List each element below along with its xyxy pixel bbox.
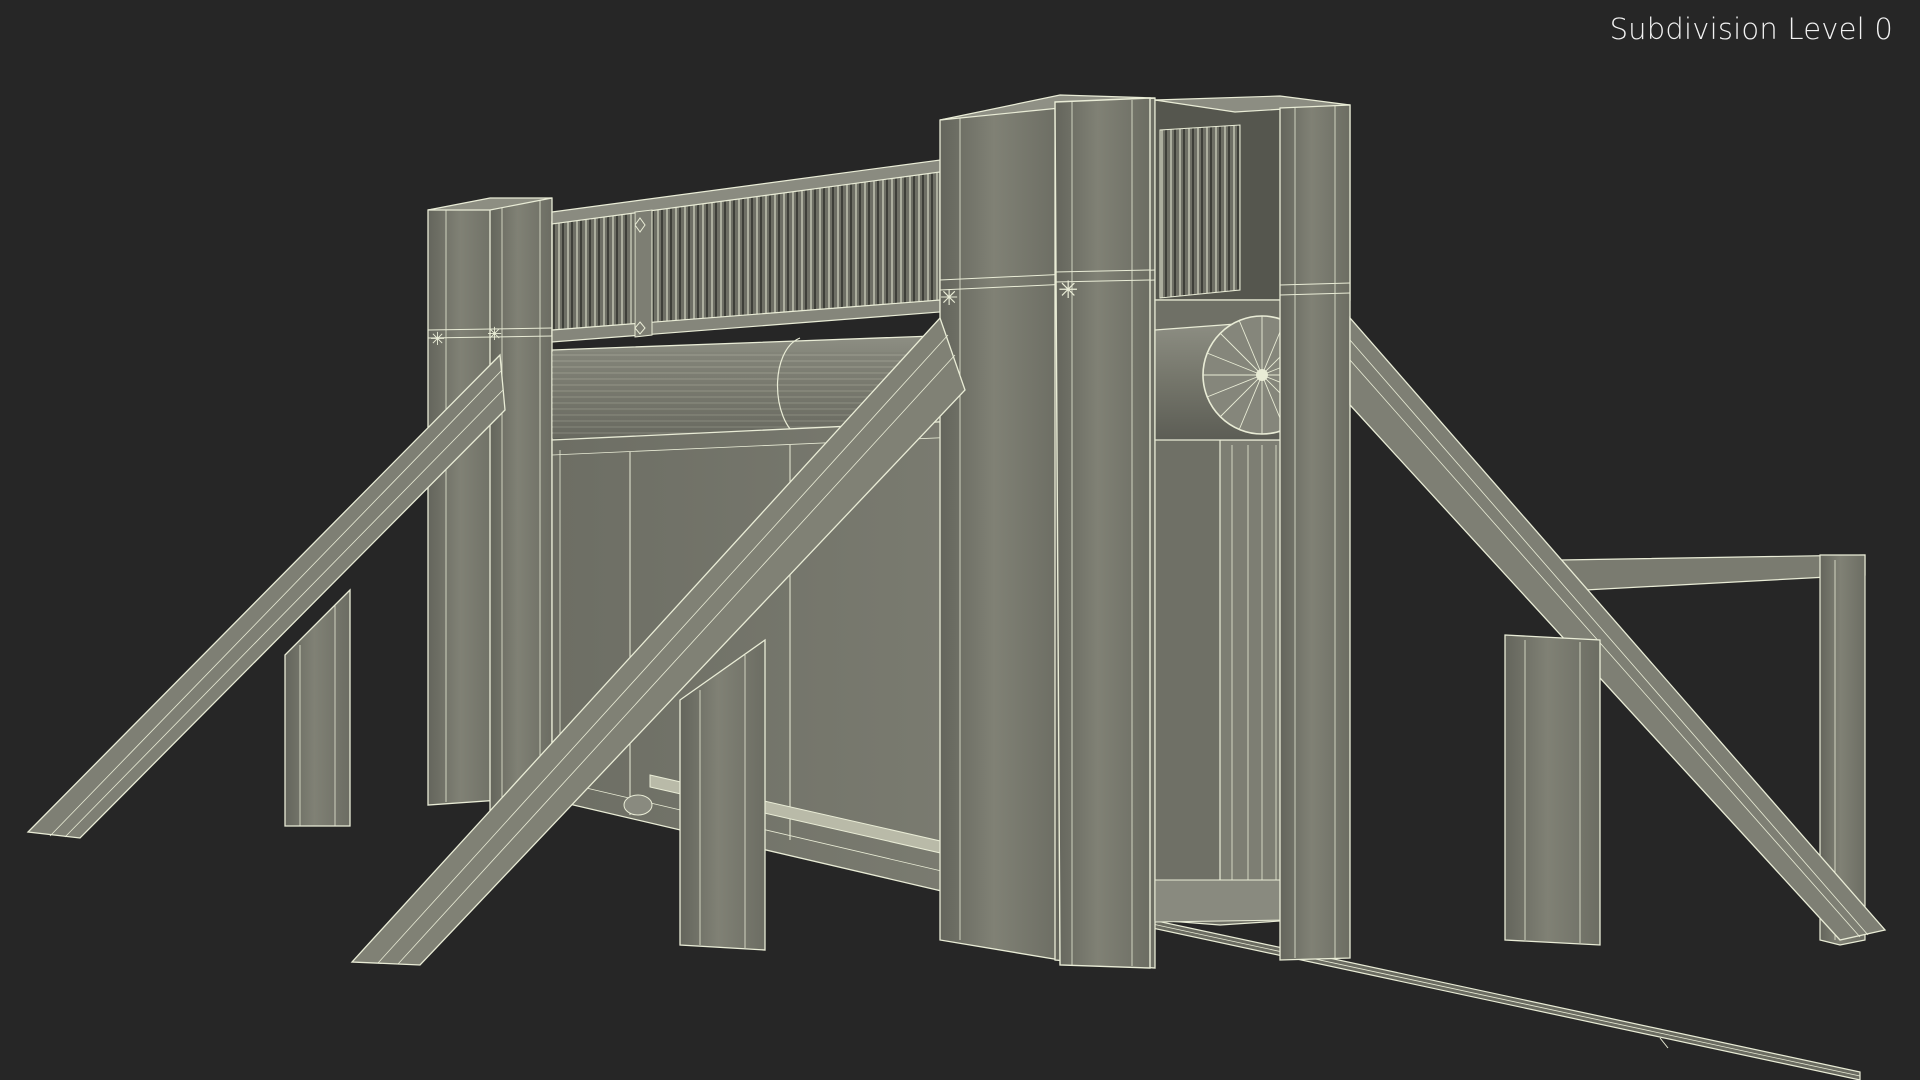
far-right-post bbox=[1279, 104, 1351, 961]
svg-text:✳: ✳ bbox=[940, 286, 958, 311]
front-center-post: ✳ bbox=[1054, 97, 1151, 969]
svg-text:✳: ✳ bbox=[1058, 276, 1078, 304]
top-fence bbox=[551, 159, 941, 343]
svg-text:✳: ✳ bbox=[487, 324, 502, 345]
3d-viewport[interactable]: ✳ ✳ ✳ ✳ Subdivision Level 0 bbox=[0, 0, 1920, 1080]
left-back-post: ✳ ✳ bbox=[427, 197, 553, 813]
gate-model-render[interactable]: ✳ ✳ ✳ ✳ bbox=[0, 0, 1920, 1080]
subdivision-level-label: Subdivision Level 0 bbox=[1609, 12, 1893, 46]
right-diagonal-brace bbox=[1349, 316, 1887, 946]
svg-text:✳: ✳ bbox=[430, 329, 445, 350]
